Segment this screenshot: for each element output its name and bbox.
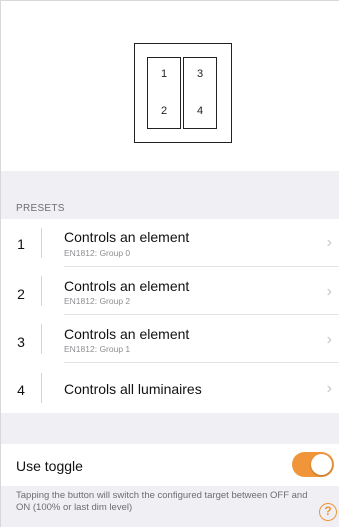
preset-row-2[interactable]: 2 Controls an element EN1812: Group 2 › bbox=[1, 267, 339, 315]
screen: 1 2 3 4 PRESETS 1 Controls an element EN… bbox=[0, 0, 339, 527]
preset-subtitle: EN1812: Group 0 bbox=[64, 248, 131, 258]
button-2-label: 2 bbox=[160, 105, 168, 117]
button-3-label: 3 bbox=[196, 68, 204, 80]
help-icon[interactable]: ? bbox=[319, 503, 337, 521]
button-4-label: 4 bbox=[196, 105, 204, 117]
preset-number: 2 bbox=[17, 286, 25, 302]
divider bbox=[41, 228, 42, 258]
preset-subtitle: EN1812: Group 1 bbox=[64, 344, 131, 354]
use-toggle-row: Use toggle bbox=[1, 444, 339, 486]
preset-row-1[interactable]: 1 Controls an element EN1812: Group 0 › bbox=[1, 219, 339, 267]
toggle-description-area: Tapping the button will switch the confi… bbox=[1, 486, 339, 527]
preset-title: Controls an element bbox=[64, 278, 190, 294]
preset-number: 3 bbox=[17, 334, 25, 350]
preset-subtitle: EN1812: Group 2 bbox=[64, 296, 131, 306]
use-toggle-switch[interactable] bbox=[292, 452, 334, 477]
divider bbox=[41, 324, 42, 354]
preset-row-4[interactable]: 4 Controls all luminaires › bbox=[1, 363, 339, 413]
toggle-description: Tapping the button will switch the confi… bbox=[16, 490, 308, 513]
preset-title: Controls all luminaires bbox=[64, 381, 202, 397]
preset-number: 4 bbox=[17, 382, 25, 398]
chevron-right-icon: › bbox=[326, 331, 332, 348]
preset-row-3[interactable]: 3 Controls an element EN1812: Group 1 › bbox=[1, 315, 339, 363]
use-toggle-label: Use toggle bbox=[16, 458, 83, 474]
rocker-right[interactable]: 3 4 bbox=[183, 57, 217, 129]
preset-number: 1 bbox=[17, 236, 25, 252]
toggle-knob bbox=[311, 454, 332, 475]
section-gap bbox=[1, 413, 339, 444]
preset-title: Controls an element bbox=[64, 326, 190, 342]
chevron-right-icon: › bbox=[326, 283, 332, 300]
chevron-right-icon: › bbox=[326, 380, 332, 397]
preset-title: Controls an element bbox=[64, 229, 190, 245]
switch-panel: 1 2 3 4 bbox=[134, 43, 232, 143]
panel-diagram: 1 2 3 4 bbox=[1, 1, 339, 171]
button-1-label: 1 bbox=[160, 68, 168, 80]
presets-title: PRESETS bbox=[16, 203, 65, 214]
divider bbox=[41, 373, 42, 403]
divider bbox=[41, 276, 42, 306]
chevron-right-icon: › bbox=[326, 234, 332, 251]
presets-section-header: PRESETS bbox=[1, 171, 339, 219]
rocker-left[interactable]: 1 2 bbox=[147, 57, 181, 129]
